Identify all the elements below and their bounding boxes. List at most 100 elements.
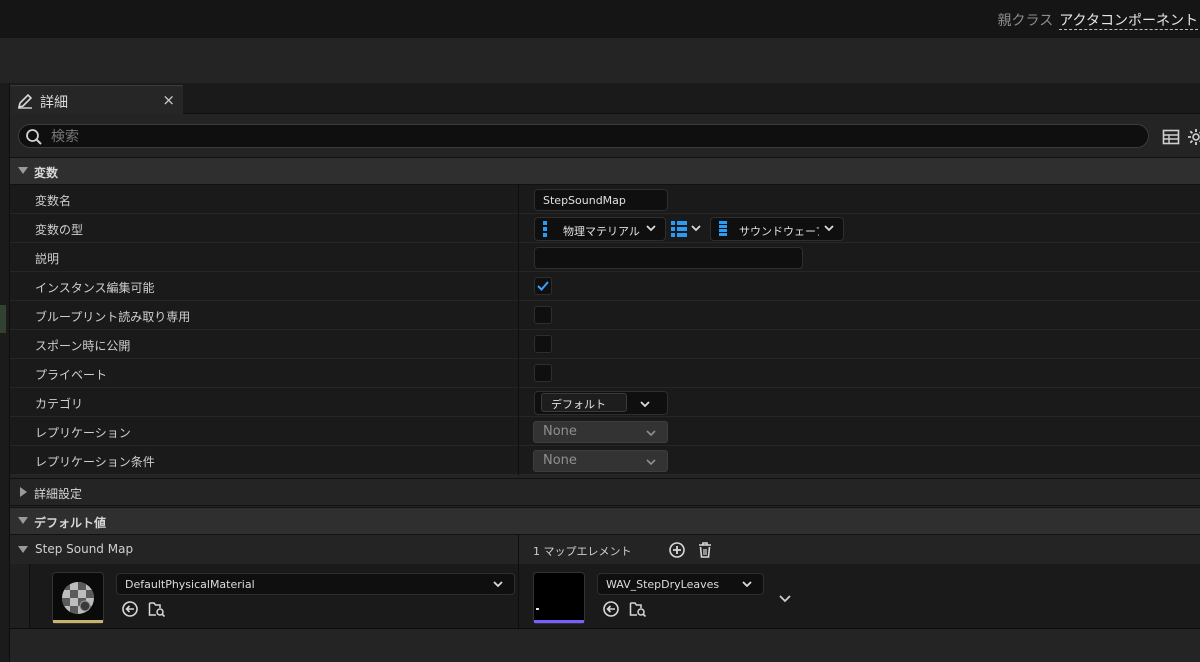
tab-details[interactable]: 詳細 × (10, 85, 183, 114)
section-default-value[interactable]: デフォルト値 (10, 507, 1200, 535)
section-variable-label: 変数 (34, 166, 59, 180)
value-type-icon (719, 221, 727, 238)
tab-title: 詳細 (40, 95, 68, 111)
column-divider (518, 446, 519, 475)
expose-on-spawn-label: スポーン時に公開 (35, 339, 131, 353)
replication-condition-label: レプリケーション条件 (35, 455, 155, 469)
indent-guide (10, 564, 30, 628)
instance-editable-label: インスタンス編集可能 (35, 281, 155, 295)
variable-name-input[interactable]: StepSoundMap (534, 189, 668, 211)
section-variable[interactable]: 変数 (10, 157, 1200, 185)
asset-type-bar (53, 620, 103, 623)
parent-class-link[interactable]: アクタコンポーネント (1059, 13, 1198, 30)
variable-type-label: 変数の型 (35, 223, 84, 237)
arrow-left-circle-icon[interactable] (121, 600, 139, 618)
checkmark-icon (537, 281, 549, 291)
private-checkbox[interactable] (534, 364, 552, 382)
column-divider (518, 185, 519, 214)
row-description: 説明 (10, 243, 1200, 272)
value-type-text: サウンドウェーブ (739, 225, 819, 238)
description-input[interactable] (534, 247, 803, 269)
row-blueprint-read-only: ブループリント読み取り専用 (10, 301, 1200, 330)
section-default-value-label: デフォルト値 (34, 516, 107, 530)
column-divider (518, 388, 519, 417)
table-view-icon[interactable] (1162, 128, 1180, 146)
container-type-map-icon[interactable] (670, 220, 704, 238)
row-instance-editable: インスタンス編集可能 (10, 272, 1200, 301)
column-divider (518, 564, 519, 628)
column-divider (518, 301, 519, 330)
waveform-mark (536, 608, 539, 610)
plus-circle-icon[interactable] (668, 541, 686, 559)
sound-wave-picker[interactable]: WAV_StepDryLeaves (597, 573, 764, 595)
replication-condition-dropdown[interactable]: None (533, 450, 668, 472)
blueprint-read-only-label: ブループリント読み取り専用 (35, 310, 191, 324)
column-divider (518, 330, 519, 359)
column-divider (518, 359, 519, 388)
trash-icon[interactable] (696, 541, 714, 559)
chevron-down-icon (646, 459, 656, 466)
row-replication: レプリケーション None (10, 417, 1200, 446)
private-label: プライベート (35, 368, 108, 382)
top-bar: 親クラス アクタコンポーネント (0, 0, 1200, 38)
step-sound-map-label: Step Sound Map (35, 542, 134, 556)
category-input[interactable]: デフォルト (541, 393, 627, 412)
sound-wave-value: WAV_StepDryLeaves (606, 578, 720, 591)
map-element-row: DefaultPhysicalMaterial WAV_StepDryLeave… (10, 564, 1200, 628)
instance-editable-checkbox[interactable] (534, 277, 552, 295)
column-divider (518, 535, 519, 564)
expose-on-spawn-checkbox[interactable] (534, 335, 552, 353)
row-expose-on-spawn: スポーン時に公開 (10, 330, 1200, 359)
replication-condition-value: None (543, 453, 577, 468)
arrow-left-circle-icon[interactable] (602, 600, 620, 618)
chevron-down-icon (493, 581, 503, 588)
row-private: プライベート (10, 359, 1200, 388)
row-category: カテゴリ デフォルト (10, 388, 1200, 417)
section-advanced[interactable]: 詳細設定 (10, 478, 1200, 506)
folder-search-icon[interactable] (629, 600, 647, 618)
parent-class-info: 親クラス アクタコンポーネント (998, 10, 1198, 30)
close-icon[interactable]: × (162, 91, 175, 109)
expand-arrow-icon (18, 167, 28, 174)
folder-search-icon[interactable] (148, 600, 166, 618)
value-type-dropdown[interactable]: サウンドウェーブ (710, 217, 844, 241)
physical-material-picker[interactable]: DefaultPhysicalMaterial (116, 573, 515, 595)
chevron-down-icon (742, 581, 752, 588)
gear-icon[interactable] (1187, 128, 1200, 146)
replication-label: レプリケーション (35, 426, 131, 440)
tab-bar: 詳細 × (10, 83, 1200, 114)
left-strip-mark (0, 305, 6, 333)
chevron-down-icon (824, 225, 834, 232)
row-variable-name: 変数名 StepSoundMap (10, 185, 1200, 214)
key-type-icon (543, 221, 547, 238)
physical-material-thumbnail[interactable] (52, 572, 104, 624)
blueprint-read-only-checkbox[interactable] (534, 306, 552, 324)
chevron-down-icon (646, 225, 656, 232)
search-icon (26, 129, 42, 145)
section-advanced-label: 詳細設定 (34, 487, 83, 501)
sound-wave-thumbnail[interactable] (533, 572, 585, 624)
bottom-area (10, 628, 1200, 662)
details-panel: 変数 変数名 StepSoundMap 変数の型 物理マテリアル サウンドウェー… (10, 114, 1200, 662)
row-step-sound-map: Step Sound Map 1 マップエレメント (10, 535, 1200, 564)
column-divider (518, 272, 519, 301)
replication-dropdown[interactable]: None (533, 421, 668, 443)
key-type-dropdown[interactable]: 物理マテリアル (534, 217, 666, 241)
search-input[interactable] (51, 127, 1131, 146)
parent-class-label: 親クラス (997, 13, 1054, 29)
chevron-down-icon (646, 430, 656, 437)
expand-arrow-icon[interactable] (18, 546, 28, 553)
left-strip (0, 83, 10, 662)
chevron-down-icon[interactable] (778, 591, 792, 605)
expand-arrow-icon (20, 487, 27, 497)
variable-name-label: 変数名 (35, 194, 72, 208)
chevron-down-icon[interactable] (639, 398, 651, 410)
expand-arrow-icon (18, 517, 28, 524)
row-replication-condition: レプリケーション条件 None (10, 446, 1200, 475)
row-variable-type: 変数の型 物理マテリアル サウンドウェーブ (10, 214, 1200, 243)
key-type-text: 物理マテリアル (563, 225, 640, 238)
search-box (18, 124, 1149, 148)
category-combo[interactable]: デフォルト (534, 391, 668, 415)
physical-material-value: DefaultPhysicalMaterial (125, 578, 255, 591)
description-label: 説明 (35, 252, 60, 266)
